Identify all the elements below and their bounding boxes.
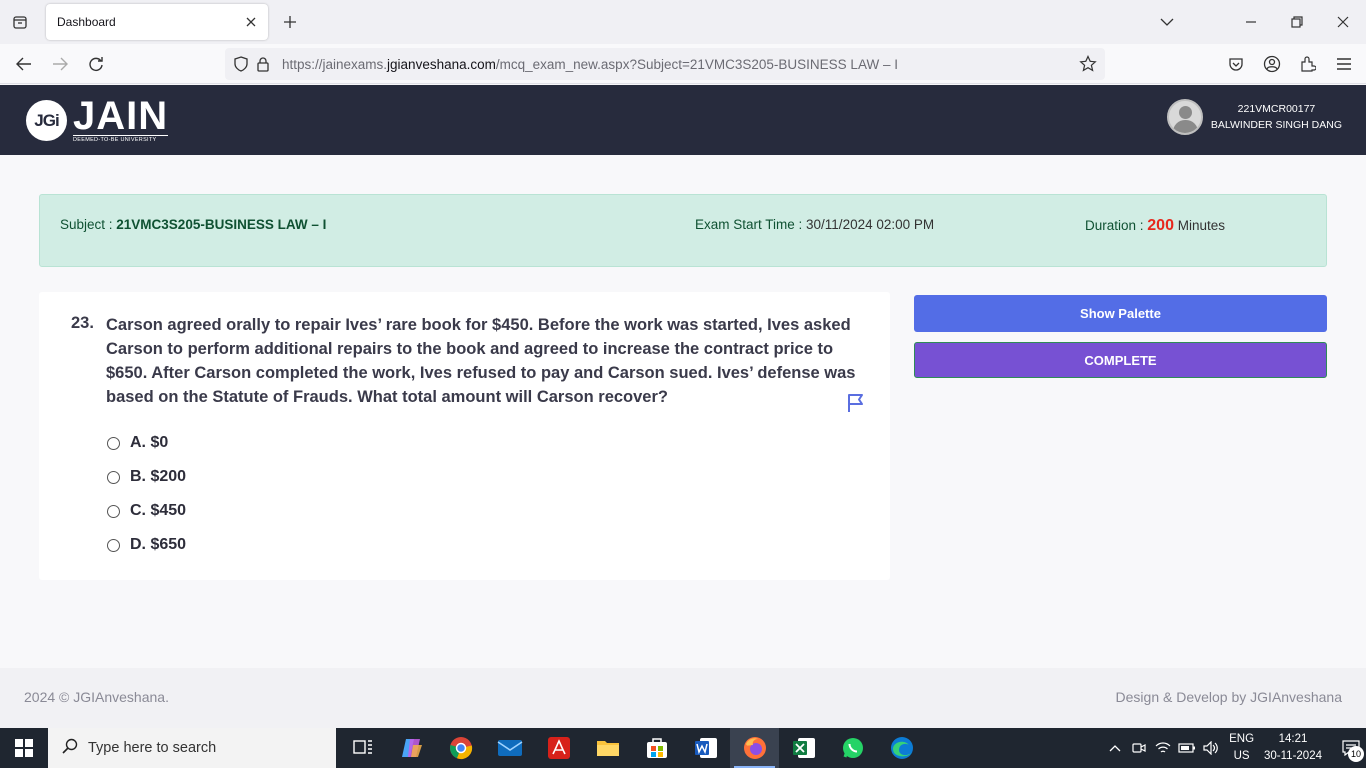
- browser-nav-bar: https://jainexams.jgianveshana.com/mcq_e…: [0, 44, 1366, 84]
- windows-start-icon[interactable]: [0, 728, 48, 768]
- site-header: JGi JAIN DEEMED-TO-BE UNIVERSITY 221VMCR…: [0, 85, 1366, 155]
- page-footer: 2024 © JGIAnveshana. Design & Develop by…: [0, 668, 1366, 728]
- flag-icon[interactable]: [845, 392, 867, 414]
- word-icon[interactable]: [681, 728, 730, 768]
- taskbar-search-input[interactable]: Type here to search: [48, 728, 336, 768]
- exam-info-banner: Subject : 21VMC3S205-BUSINESS LAW – I Ex…: [39, 194, 1327, 267]
- lock-icon[interactable]: [252, 53, 274, 75]
- radio-button[interactable]: [107, 538, 120, 552]
- complete-button[interactable]: COMPLETE: [914, 342, 1327, 378]
- exam-start-value: 30/11/2024 02:00 PM: [806, 217, 935, 232]
- forward-arrow-icon[interactable]: [48, 52, 72, 76]
- chrome-icon[interactable]: [436, 728, 485, 768]
- edge-icon[interactable]: [877, 728, 926, 768]
- option-label: C. $450: [130, 502, 187, 519]
- exam-start-info: Exam Start Time : 30/11/2024 02:00 PM: [695, 217, 935, 232]
- user-profile[interactable]: 221VMCR00177 BALWINDER SINGH DANG: [1166, 99, 1342, 135]
- mail-icon[interactable]: [485, 728, 534, 768]
- back-arrow-icon[interactable]: [12, 52, 36, 76]
- system-clock[interactable]: 14:21 30-11-2024: [1264, 731, 1322, 765]
- copilot-icon[interactable]: [387, 728, 436, 768]
- credits-text: Design & Develop by JGIAnveshana: [1115, 689, 1342, 705]
- pocket-icon[interactable]: [1224, 52, 1248, 76]
- minimize-icon[interactable]: [1228, 0, 1274, 44]
- duration-info: Duration : 200 Minutes: [1085, 217, 1226, 234]
- file-explorer-icon[interactable]: [583, 728, 632, 768]
- excel-icon[interactable]: [779, 728, 828, 768]
- duration-value: 200: [1147, 217, 1174, 234]
- wifi-icon[interactable]: [1151, 728, 1175, 768]
- tab-overview-icon[interactable]: [8, 10, 32, 34]
- chevron-down-icon[interactable]: [1144, 0, 1190, 44]
- close-icon[interactable]: [242, 13, 260, 31]
- restore-icon[interactable]: [1274, 0, 1320, 44]
- firefox-icon[interactable]: [730, 728, 779, 768]
- question-card: 23. Carson agreed orally to repair Ives’…: [39, 292, 890, 580]
- language-indicator[interactable]: ENG US: [1229, 731, 1254, 765]
- option-label: B. $200: [130, 468, 187, 485]
- whatsapp-icon[interactable]: [828, 728, 877, 768]
- browser-tab[interactable]: Dashboard: [46, 4, 268, 40]
- option-label: D. $650: [130, 536, 187, 553]
- radio-button[interactable]: [107, 504, 120, 518]
- avatar[interactable]: [1166, 99, 1203, 135]
- notification-icon[interactable]: 10: [1336, 728, 1366, 768]
- new-tab-icon[interactable]: [280, 12, 300, 32]
- address-bar[interactable]: https://jainexams.jgianveshana.com/mcq_e…: [225, 48, 1105, 80]
- user-id: 221VMCR00177: [1237, 103, 1316, 115]
- menu-icon[interactable]: [1332, 52, 1356, 76]
- option-b[interactable]: B. $200: [107, 460, 186, 494]
- search-icon: [62, 738, 78, 759]
- search-placeholder: Type here to search: [88, 740, 217, 756]
- logo-word: JAIN: [73, 94, 169, 138]
- subject-info: Subject : 21VMC3S205-BUSINESS LAW – I: [60, 217, 327, 232]
- url-text: https://jainexams.jgianveshana.com/mcq_e…: [282, 56, 898, 72]
- show-palette-button[interactable]: Show Palette: [914, 295, 1327, 332]
- option-a[interactable]: A. $0: [107, 426, 186, 460]
- browser-tab-bar: Dashboard: [0, 0, 1366, 44]
- logo-mark: JGi: [26, 100, 67, 141]
- user-name: BALWINDER SINGH DANG: [1210, 119, 1342, 131]
- extensions-icon[interactable]: [1296, 52, 1320, 76]
- clock-time: 14:21: [1278, 733, 1308, 745]
- acrobat-icon[interactable]: [534, 728, 583, 768]
- subject-value: 21VMC3S205-BUSINESS LAW – I: [116, 217, 327, 232]
- task-view-icon[interactable]: [338, 728, 387, 768]
- option-d[interactable]: D. $650: [107, 528, 186, 562]
- copyright-text: 2024 © JGIAnveshana.: [24, 689, 169, 705]
- question-number: 23.: [71, 314, 94, 332]
- microsoft-store-icon[interactable]: [632, 728, 681, 768]
- bookmark-star-icon[interactable]: [1077, 53, 1099, 75]
- meet-now-icon[interactable]: [1127, 728, 1151, 768]
- clock-date: 30-11-2024: [1264, 750, 1322, 762]
- answer-options: A. $0 B. $200 C. $450 D. $650: [107, 426, 186, 562]
- battery-icon[interactable]: [1175, 728, 1199, 768]
- window-close-icon[interactable]: [1320, 0, 1366, 44]
- account-icon[interactable]: [1260, 52, 1284, 76]
- question-text: Carson agreed orally to repair Ives’ rar…: [106, 316, 856, 406]
- chevron-up-icon[interactable]: [1103, 728, 1127, 768]
- tab-title: Dashboard: [57, 15, 116, 29]
- reload-icon[interactable]: [84, 52, 108, 76]
- radio-button[interactable]: [107, 436, 120, 450]
- logo-subtitle: DEEMED-TO-BE UNIVERSITY: [73, 135, 169, 143]
- notification-count: 10: [1348, 746, 1364, 762]
- radio-button[interactable]: [107, 470, 120, 484]
- volume-icon[interactable]: [1199, 728, 1223, 768]
- option-label: A. $0: [130, 434, 169, 451]
- shield-icon[interactable]: [230, 53, 252, 75]
- option-c[interactable]: C. $450: [107, 494, 186, 528]
- windows-taskbar: Type here to search ENG US 14:21 30-11-2…: [0, 728, 1366, 768]
- jain-logo[interactable]: JGi JAIN DEEMED-TO-BE UNIVERSITY: [26, 94, 169, 143]
